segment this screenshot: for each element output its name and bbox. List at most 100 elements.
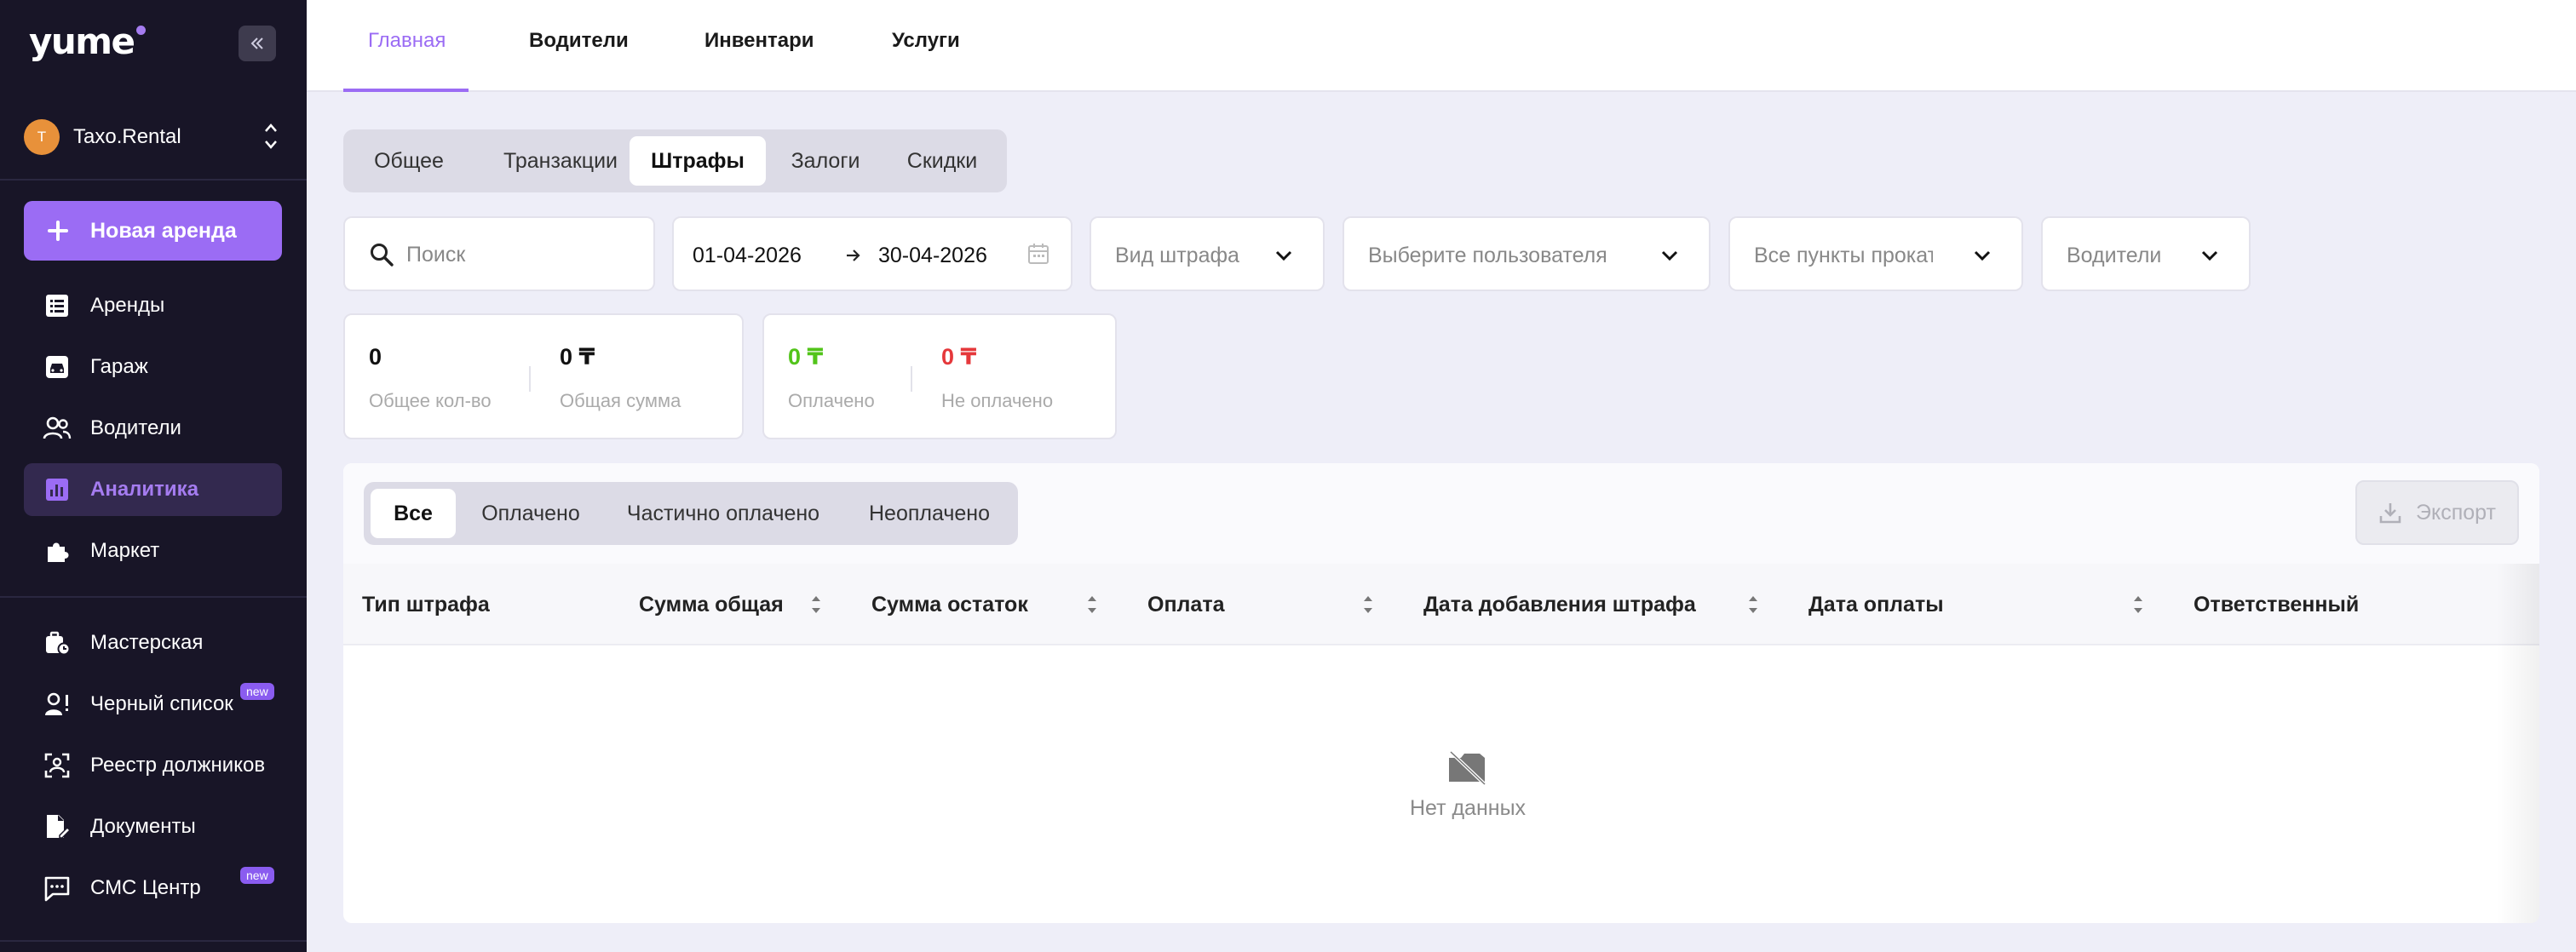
total-count-value: 0 <box>369 344 382 370</box>
total-sum-label: Общая сумма <box>560 390 681 411</box>
chart-icon <box>43 475 72 504</box>
table-toolbar: Все Оплачено Частично оплачено Неоплачен… <box>343 463 2539 564</box>
sidebar-item-label: Документы <box>90 815 196 838</box>
no-data-icon <box>1449 750 1486 786</box>
sidebar-item-label: Гараж <box>90 355 148 378</box>
sidebar-item-label: Черный список <box>90 692 233 715</box>
logo-text: yume <box>29 20 135 62</box>
message-icon <box>43 874 72 903</box>
stat-divider <box>529 366 531 392</box>
plus-icon <box>46 219 70 243</box>
column-payment-date[interactable]: Дата оплаты <box>1808 593 1944 617</box>
sidebar-item-sms-center[interactable]: СМС Центр new <box>24 862 282 915</box>
column-total-sum[interactable]: Сумма общая <box>639 593 784 617</box>
drivers-select-value: Водители <box>2067 244 2162 267</box>
sidebar-item-label: Маркет <box>90 539 160 562</box>
column-remaining-sum[interactable]: Сумма остаток <box>871 593 1028 617</box>
stats-card-payment: 0 ₸ Оплачено 0 ₸ Не оплачено <box>762 313 1117 439</box>
date-to: 30-04-2026 <box>878 244 987 267</box>
tab-services[interactable]: Услуги <box>892 29 960 53</box>
new-badge: new <box>240 683 274 700</box>
unpaid-label: Не оплачено <box>941 390 1054 411</box>
sidebar-item-rentals[interactable]: Аренды <box>24 279 282 332</box>
sidebar-item-garage[interactable]: Гараж <box>24 341 282 393</box>
sort-icon[interactable] <box>1362 589 1374 620</box>
tab-discounts[interactable]: Скидки <box>885 136 999 186</box>
chevron-down-icon <box>1661 250 1678 261</box>
document-edit-icon <box>43 812 72 841</box>
sort-icon[interactable] <box>810 589 822 620</box>
stat-divider <box>911 366 912 392</box>
user-select-value: Выберите пользователя <box>1368 244 1607 267</box>
tab-drivers[interactable]: Водители <box>529 29 629 53</box>
search-icon <box>371 244 394 267</box>
section-tabs: Общее Транзакции Штрафы Залоги Скидки <box>343 129 1007 192</box>
rental-points-select[interactable]: Все пункты проката <box>1728 216 2023 291</box>
tab-paid[interactable]: Оплачено <box>463 489 599 538</box>
app-logo[interactable]: yume <box>29 20 146 62</box>
fine-type-value: Вид штрафа <box>1115 244 1239 267</box>
search-placeholder: Поиск <box>406 243 466 267</box>
logo-dot <box>135 26 146 35</box>
tab-all[interactable]: Все <box>371 489 456 538</box>
sidebar-item-documents[interactable]: Документы <box>24 800 282 853</box>
sidebar-item-blacklist[interactable]: Черный список new <box>24 678 282 731</box>
car-icon <box>43 353 72 381</box>
tab-main[interactable]: Главная <box>368 29 446 53</box>
org-switcher[interactable]: T Taxo.Rental <box>24 118 279 157</box>
search-input[interactable]: Поиск <box>343 216 655 291</box>
column-payment[interactable]: Оплата <box>1147 593 1224 617</box>
sort-icon[interactable] <box>1747 589 1759 620</box>
stats-card-totals: 0 Общее кол-во 0 ₸ Общая сумма <box>343 313 744 439</box>
sidebar-item-label: Аналитика <box>90 478 199 501</box>
sidebar-item-label: Аренды <box>90 294 165 317</box>
sidebar-item-analytics[interactable]: Аналитика <box>24 463 282 516</box>
table-header: Тип штрафа Сумма общая Сумма остаток Опл… <box>343 564 2539 645</box>
user-select[interactable]: Выберите пользователя <box>1343 216 1711 291</box>
unpaid-value: 0 ₸ <box>941 344 977 370</box>
toolbox-icon <box>43 628 72 657</box>
chevron-up-down-icon <box>265 123 277 149</box>
column-fine-added-date[interactable]: Дата добавления штрафа <box>1423 593 1696 617</box>
sidebar-item-drivers[interactable]: Водители <box>24 402 282 455</box>
drivers-select[interactable]: Водители <box>2041 216 2251 291</box>
tab-deposits[interactable]: Залоги <box>776 136 875 186</box>
chevron-down-icon <box>1974 250 1991 261</box>
user-scan-icon <box>43 751 72 780</box>
active-tab-indicator <box>343 89 469 92</box>
export-button[interactable]: Экспорт <box>2355 480 2519 545</box>
tab-partially-paid[interactable]: Частично оплачено <box>606 489 841 538</box>
new-rent-button[interactable]: Новая аренда <box>24 201 282 261</box>
sidebar-item-workshop[interactable]: Мастерская <box>24 617 282 669</box>
tab-general[interactable]: Общее <box>354 136 464 186</box>
date-range-picker[interactable]: 01-04-2026 30-04-2026 <box>672 216 1072 291</box>
sidebar-item-label: Водители <box>90 416 181 439</box>
user-alert-icon <box>43 690 72 719</box>
tab-inventory[interactable]: Инвентари <box>704 29 814 53</box>
chevron-down-icon <box>1275 250 1292 261</box>
sidebar-item-market[interactable]: Маркет <box>24 525 282 577</box>
empty-label: Нет данных <box>1409 796 1527 820</box>
new-rent-label: Новая аренда <box>90 218 237 243</box>
sort-icon[interactable] <box>2132 589 2144 620</box>
divider <box>0 596 307 598</box>
sidebar-item-debtors-registry[interactable]: Реестр должников <box>24 739 282 792</box>
tab-unpaid[interactable]: Неоплачено <box>848 489 1011 538</box>
column-fine-type: Тип штрафа <box>362 593 490 617</box>
divider <box>0 179 307 181</box>
chevron-down-icon <box>2201 250 2218 261</box>
sort-icon[interactable] <box>1086 589 1098 620</box>
arrow-right-icon <box>847 249 860 261</box>
sidebar-item-label: Мастерская <box>90 631 204 654</box>
collapse-sidebar-button[interactable] <box>239 26 276 61</box>
tab-transactions[interactable]: Транзакции <box>473 136 648 186</box>
total-sum-value: 0 ₸ <box>560 344 595 370</box>
tab-fines[interactable]: Штрафы <box>630 136 766 186</box>
export-label: Экспорт <box>2416 500 2496 525</box>
scroll-shadow <box>2497 564 2539 923</box>
divider <box>0 940 307 942</box>
column-responsible: Ответственный <box>2194 593 2360 617</box>
paid-value: 0 ₸ <box>788 344 824 370</box>
rental-points-value: Все пункты проката <box>1754 244 1933 267</box>
fine-type-select[interactable]: Вид штрафа <box>1090 216 1325 291</box>
